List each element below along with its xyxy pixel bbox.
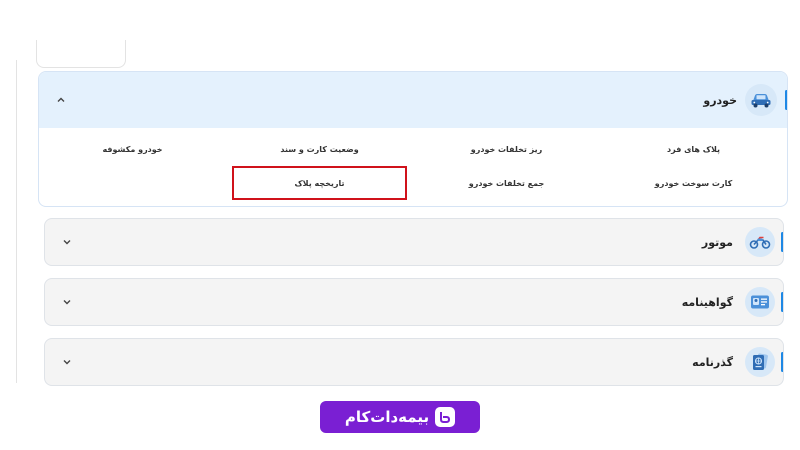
section-accent-bar (781, 232, 783, 252)
section-title: گواهینامه (681, 295, 733, 309)
link-plate-history[interactable]: تاریخچه پلاک (232, 166, 407, 200)
chevron-down-icon[interactable] (59, 354, 75, 370)
section-title: موتور (701, 235, 733, 249)
section-passport-header[interactable]: گذرنامه (45, 339, 783, 385)
chevron-down-icon[interactable] (59, 294, 75, 310)
section-accent-bar (785, 90, 787, 110)
section-motorcycle: موتور (44, 218, 784, 266)
link-car-violation-total[interactable]: جمع تخلفات خودرو (413, 172, 600, 194)
car-icon (745, 84, 777, 116)
brand-logo: بیمه‌دات‌کام (320, 401, 480, 433)
brand-mark-icon (435, 407, 456, 427)
motorcycle-icon (745, 227, 775, 257)
section-accent-bar (781, 292, 783, 312)
chevron-down-icon[interactable] (59, 234, 75, 250)
passport-icon (745, 347, 775, 377)
link-card-document-status[interactable]: وضعیت کارت و سند (226, 138, 413, 160)
link-discovered-car[interactable]: خودرو مکشوفه (39, 138, 226, 160)
brand-name: بیمه‌دات‌کام (344, 408, 430, 426)
section-title: گذرنامه (692, 355, 733, 369)
section-driving-license-header[interactable]: گواهینامه (45, 279, 783, 325)
section-accent-bar (781, 352, 783, 372)
collapsed-sections: موتور گواهینامه گذرنامه (44, 218, 784, 398)
empty-cell (39, 172, 226, 194)
link-fuel-card[interactable]: کارت سوخت خودرو (600, 172, 787, 194)
section-driving-license: گواهینامه (44, 278, 784, 326)
link-car-violation-details[interactable]: ریز تخلفات خودرو (413, 138, 600, 160)
link-odd-plates[interactable]: پلاک های فرد (600, 138, 787, 160)
chevron-up-icon[interactable] (53, 92, 69, 108)
inquiry-accordion: خودرو پلاک های فرد ریز تخلفات خودرو وضعی… (38, 71, 788, 219)
section-title: خودرو (703, 93, 737, 107)
section-passport: گذرنامه (44, 338, 784, 386)
section-car: خودرو پلاک های فرد ریز تخلفات خودرو وضعی… (38, 71, 788, 207)
section-motorcycle-header[interactable]: موتور (45, 219, 783, 265)
section-car-header[interactable]: خودرو (39, 72, 787, 128)
license-card-icon (745, 287, 775, 317)
section-car-links: پلاک های فرد ریز تخلفات خودرو وضعیت کارت… (39, 128, 787, 206)
